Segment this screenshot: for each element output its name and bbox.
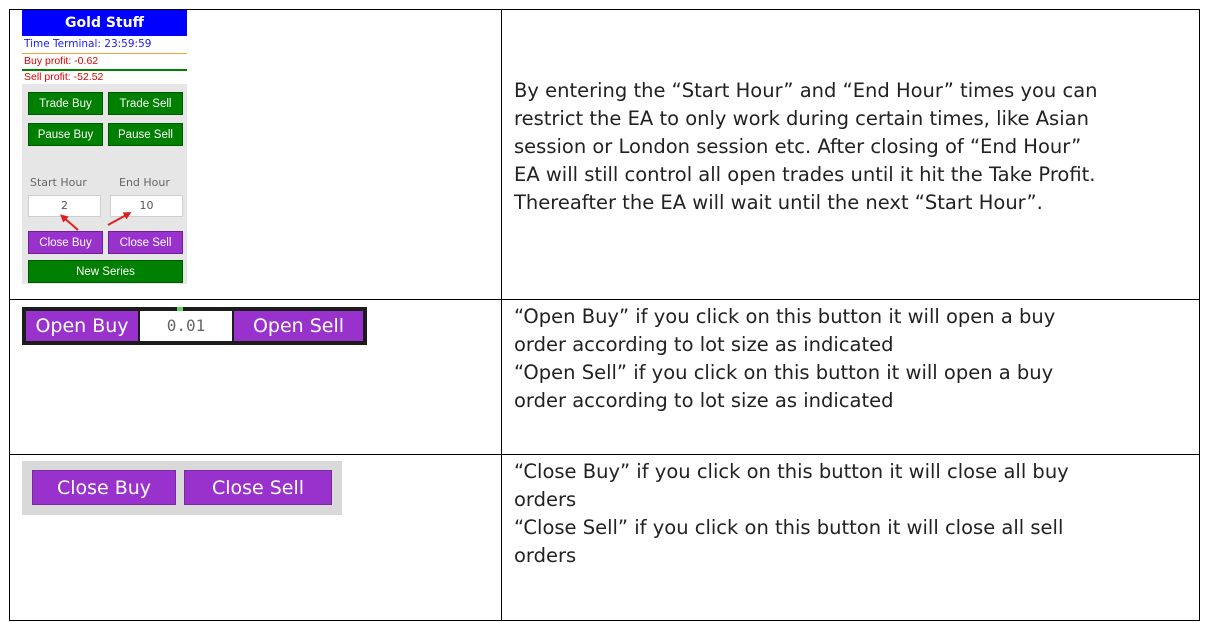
description-cell-hours: By entering the “Start Hour” and “End Ho… bbox=[501, 8, 1200, 301]
hours-description: By entering the “Start Hour” and “End Ho… bbox=[514, 79, 1098, 214]
screenshot-cell-close: Close Buy Close Sell bbox=[9, 453, 502, 622]
description-cell-open: “Open Buy” if you click on this button i… bbox=[501, 299, 1200, 455]
close-order-strip: Close Buy Close Sell bbox=[22, 460, 342, 515]
close-sell-button-large[interactable]: Close Sell bbox=[184, 469, 332, 505]
screenshot-cell-panel: Gold Stuff Time Terminal: 23:59:59 Buy p… bbox=[9, 8, 502, 301]
table-row-open: Open Buy 0.01 Open Sell “Open Buy” if yo… bbox=[9, 299, 1200, 455]
close-description: “Close Buy” if you click on this button … bbox=[514, 459, 1069, 567]
close-buy-button[interactable]: Close Buy bbox=[28, 231, 103, 254]
gold-stuff-panel: Gold Stuff Time Terminal: 23:59:59 Buy p… bbox=[22, 10, 187, 284]
manual-table: Gold Stuff Time Terminal: 23:59:59 Buy p… bbox=[9, 8, 1200, 622]
table-row-hours: Gold Stuff Time Terminal: 23:59:59 Buy p… bbox=[9, 8, 1200, 301]
lot-size-input[interactable]: 0.01 bbox=[140, 311, 232, 342]
close-buy-button-large[interactable]: Close Buy bbox=[32, 469, 176, 505]
table-row-close: Close Buy Close Sell “Close Buy” if you … bbox=[9, 453, 1200, 622]
new-series-button[interactable]: New Series bbox=[28, 260, 183, 283]
open-sell-button[interactable]: Open Sell bbox=[234, 311, 363, 342]
open-buy-button[interactable]: Open Buy bbox=[26, 311, 138, 342]
open-order-strip: Open Buy 0.01 Open Sell bbox=[22, 307, 367, 346]
screenshot-cell-open: Open Buy 0.01 Open Sell bbox=[9, 299, 502, 455]
description-cell-close: “Close Buy” if you click on this button … bbox=[501, 453, 1200, 622]
open-description: “Open Buy” if you click on this button i… bbox=[514, 305, 1056, 413]
close-sell-button[interactable]: Close Sell bbox=[108, 231, 183, 254]
